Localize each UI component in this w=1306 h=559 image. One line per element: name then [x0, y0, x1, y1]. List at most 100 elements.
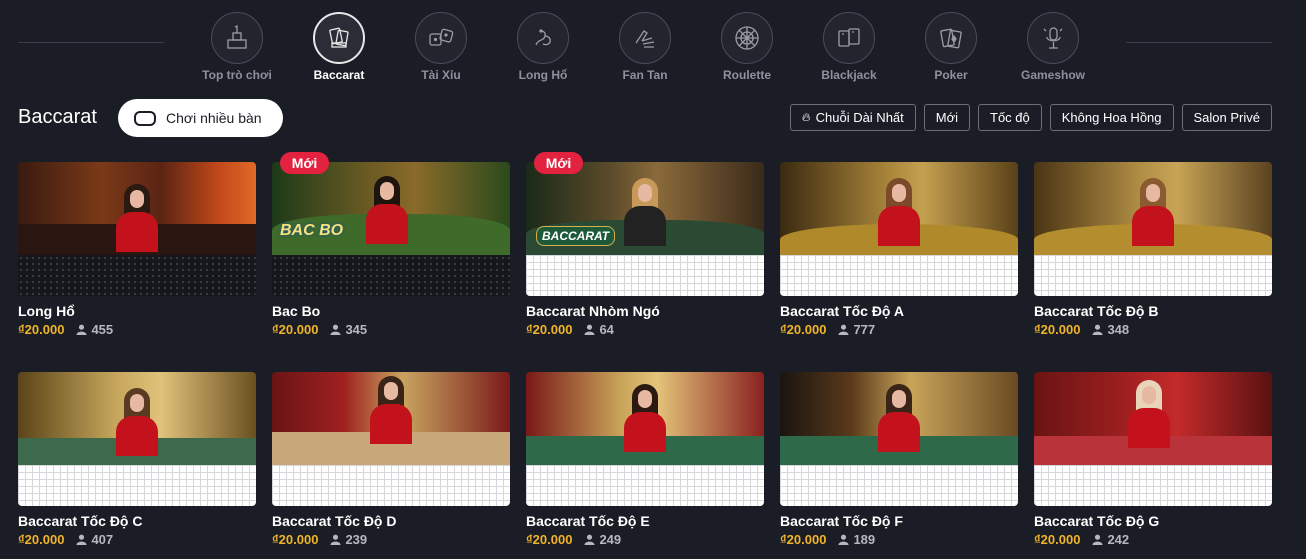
category-poker[interactable]: Poker [906, 12, 996, 82]
toggle-icon [134, 110, 156, 126]
user-icon [838, 324, 849, 335]
category-label: Top trò chơi [202, 68, 272, 82]
category-gameshow[interactable]: Gameshow [1008, 12, 1098, 82]
user-icon [76, 324, 87, 335]
filter-new[interactable]: Mới [923, 104, 971, 131]
fan-hand-icon [619, 12, 671, 64]
filter-salon-prive[interactable]: Salon Privé [1181, 104, 1272, 131]
results-road [526, 255, 764, 296]
player-count: 64 [584, 322, 614, 337]
game-card-baccarat-toc-do-f[interactable]: Baccarat Tốc Độ F ₫20.000 189 [780, 372, 1018, 547]
min-bet: ₫20.000 [18, 322, 65, 337]
results-road [526, 465, 764, 506]
game-card-baccarat-toc-do-g[interactable]: Baccarat Tốc Độ G ₫20.000 242 [1034, 372, 1272, 547]
filter-label: Tốc độ [990, 110, 1030, 125]
player-count: 407 [76, 532, 113, 547]
game-logo: BAC BO [280, 222, 344, 239]
multi-table-label: Chơi nhiều bàn [166, 110, 262, 126]
game-name: Bac Bo [272, 303, 321, 319]
dragon-icon [517, 12, 569, 64]
category-label: Fan Tan [622, 68, 668, 82]
playing-cards-icon [823, 12, 875, 64]
player-count: 249 [584, 532, 621, 547]
user-icon [838, 534, 849, 545]
category-long-ho[interactable]: Long Hổ [498, 12, 588, 82]
user-icon [1092, 534, 1103, 545]
category-top-games[interactable]: Top trò chơi [192, 12, 282, 82]
game-name: Baccarat Tốc Độ D [272, 513, 397, 529]
game-thumbnail: BAC BO [272, 162, 510, 296]
category-nav: Top trò chơi Baccarat Tài Xỉu Long Hổ Fa… [0, 0, 1306, 92]
game-name: Baccarat Tốc Độ F [780, 513, 903, 529]
game-card-bac-bo[interactable]: Mới BAC BO Bac Bo ₫20.000 345 [272, 152, 510, 337]
nav-divider-right [1126, 42, 1272, 43]
game-thumbnail [780, 372, 1018, 506]
page-title: Baccarat [18, 106, 97, 128]
category-fan-tan[interactable]: Fan Tan [600, 12, 690, 82]
game-card-baccarat-toc-do-a[interactable]: Baccarat Tốc Độ A ₫20.000 777 [780, 162, 1018, 337]
results-road [780, 465, 1018, 506]
results-road [272, 255, 510, 296]
category-label: Blackjack [821, 68, 877, 82]
game-name: Baccarat Tốc Độ E [526, 513, 650, 529]
flame-icon: 🔥︎ [801, 110, 811, 124]
game-card-baccarat-toc-do-d[interactable]: Baccarat Tốc Độ D ₫20.000 239 [272, 372, 510, 547]
user-icon [1092, 324, 1103, 335]
game-name: Baccarat Nhòm Ngó [526, 303, 660, 319]
player-count: 242 [1092, 532, 1129, 547]
game-name: Baccarat Tốc Độ G [1034, 513, 1160, 529]
min-bet: ₫20.000 [18, 532, 65, 547]
category-label: Poker [934, 68, 968, 82]
category-baccarat[interactable]: Baccarat [294, 12, 384, 82]
player-count: 455 [76, 322, 113, 337]
min-bet: ₫20.000 [1034, 322, 1081, 337]
game-card-baccarat-nhom-ngo[interactable]: Mới BACCARAT Baccarat Nhòm Ngó ₫20.000 6… [526, 152, 764, 337]
results-road [18, 255, 256, 296]
results-road [780, 255, 1018, 296]
category-roulette[interactable]: Roulette [702, 12, 792, 82]
user-icon [76, 534, 87, 545]
game-card-baccarat-toc-do-b[interactable]: Baccarat Tốc Độ B ₫20.000 348 [1034, 162, 1272, 337]
nav-divider-left [18, 42, 164, 43]
filter-bar: 🔥︎ Chuỗi Dài Nhất Mới Tốc độ Không Hoa H… [789, 104, 1272, 131]
user-icon [330, 534, 341, 545]
roulette-wheel-icon [721, 12, 773, 64]
multi-table-toggle-button[interactable]: Chơi nhiều bàn [118, 99, 283, 137]
filter-no-commission[interactable]: Không Hoa Hồng [1049, 104, 1174, 131]
results-road [1034, 465, 1272, 506]
category-label: Gameshow [1020, 68, 1086, 82]
min-bet: ₫20.000 [780, 322, 827, 337]
game-name: Baccarat Tốc Độ A [780, 303, 904, 319]
game-card-baccarat-toc-do-c[interactable]: Baccarat Tốc Độ C ₫20.000 407 [18, 372, 256, 547]
min-bet: ₫20.000 [272, 322, 319, 337]
game-logo: BACCARAT [536, 226, 616, 246]
min-bet: ₫20.000 [526, 322, 573, 337]
game-thumbnail [1034, 162, 1272, 296]
user-icon [330, 324, 341, 335]
user-icon [584, 534, 595, 545]
results-road [272, 465, 510, 506]
game-thumbnail [780, 162, 1018, 296]
dice-icon [415, 12, 467, 64]
player-count: 189 [838, 532, 875, 547]
game-thumbnail [18, 372, 256, 506]
category-tai-xiu[interactable]: Tài Xỉu [396, 12, 486, 82]
player-count: 348 [1092, 322, 1129, 337]
min-bet: ₫20.000 [1034, 532, 1081, 547]
game-name: Baccarat Tốc Độ C [18, 513, 143, 529]
filter-label: Không Hoa Hồng [1061, 110, 1162, 125]
game-card-long-ho[interactable]: Long Hổ ₫20.000 455 [18, 162, 256, 337]
game-thumbnail [18, 162, 256, 296]
filter-longest-streak[interactable]: 🔥︎ Chuỗi Dài Nhất [789, 104, 916, 131]
baccarat-cards-icon [313, 12, 365, 64]
game-card-baccarat-toc-do-e[interactable]: Baccarat Tốc Độ E ₫20.000 249 [526, 372, 764, 547]
category-label: Baccarat [313, 68, 365, 82]
game-name: Long Hổ [18, 303, 75, 319]
game-thumbnail [526, 372, 764, 506]
poker-cards-icon [925, 12, 977, 64]
filter-speed[interactable]: Tốc độ [978, 104, 1042, 131]
filter-label: Mới [935, 110, 959, 125]
category-blackjack[interactable]: Blackjack [804, 12, 894, 82]
game-thumbnail: BACCARAT [526, 162, 764, 296]
filter-label: Salon Privé [1193, 110, 1260, 125]
